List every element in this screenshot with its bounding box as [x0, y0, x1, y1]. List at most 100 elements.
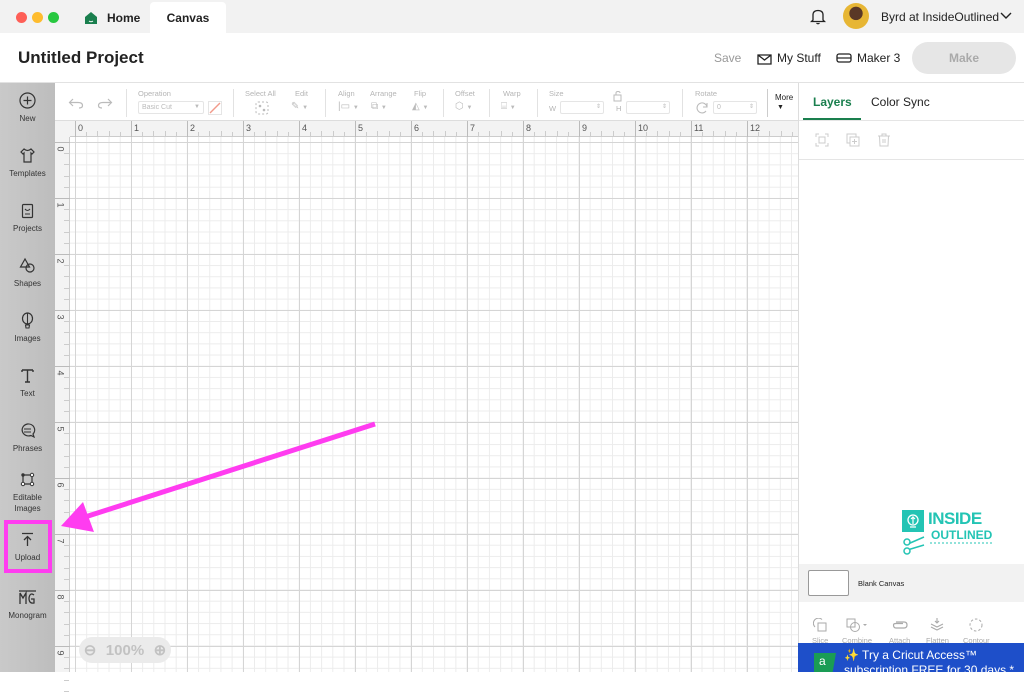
- combine-button[interactable]: Combine: [842, 618, 872, 645]
- machine-button[interactable]: Maker 3: [836, 51, 900, 65]
- save-button[interactable]: Save: [714, 51, 741, 65]
- chevron-down-icon[interactable]: [1000, 12, 1012, 20]
- speech-bubble-icon: [21, 423, 36, 439]
- arrange-icon: ⧉: [371, 101, 379, 112]
- zoom-level: 100%: [105, 641, 145, 659]
- blank-canvas-row[interactable]: Blank Canvas: [799, 564, 1024, 602]
- select-all-icon[interactable]: [255, 101, 269, 115]
- window-close-button[interactable]: [16, 12, 27, 23]
- sidebar-item-projects[interactable]: Projects: [0, 202, 55, 234]
- zoom-in-button[interactable]: ⊕: [154, 641, 167, 659]
- tab-color-sync[interactable]: Color Sync: [871, 95, 930, 109]
- user-name[interactable]: Byrd at InsideOutlined: [881, 10, 999, 24]
- tab-home[interactable]: Home: [80, 2, 148, 33]
- blank-canvas-label: Blank Canvas: [858, 579, 905, 588]
- operation-select[interactable]: Basic Cut ▼: [138, 101, 204, 114]
- ruler-minor-tick: [377, 131, 379, 136]
- my-stuff-button[interactable]: My Stuff: [757, 51, 821, 65]
- design-canvas[interactable]: 0 1 2 3 4 5 6 7 8 9 10 11 12 0123456789 ⊖ 100% ⊕: [55, 121, 798, 692]
- bell-icon[interactable]: [810, 8, 826, 25]
- ruler-tick-label: 7: [470, 123, 476, 133]
- tab-canvas[interactable]: Canvas: [150, 2, 226, 33]
- sidebar-item-phrases[interactable]: Phrases: [0, 422, 55, 454]
- warp-icon: ⌸: [501, 101, 507, 112]
- redo-icon[interactable]: [97, 98, 113, 109]
- duplicate-icon[interactable]: [846, 133, 860, 147]
- edit-label: Edit: [295, 89, 308, 98]
- sidebar-item-label: Projects: [13, 224, 42, 233]
- ruler-tick-label: 4: [55, 370, 66, 376]
- slice-button[interactable]: Slice: [812, 618, 828, 645]
- window-maximize-button[interactable]: [48, 12, 59, 23]
- ruler-tick: [635, 121, 636, 137]
- trash-icon[interactable]: [877, 133, 891, 147]
- machine-label: Maker 3: [857, 51, 901, 65]
- rotate-input[interactable]: 0 ⇕: [713, 101, 757, 114]
- contour-button[interactable]: Contour: [963, 618, 990, 645]
- sidebar-item-images[interactable]: Images: [0, 312, 55, 344]
- page-title[interactable]: Untitled Project: [18, 48, 144, 68]
- sidebar-item-templates[interactable]: Templates: [0, 147, 55, 179]
- make-button[interactable]: Make: [912, 42, 1016, 74]
- offset-icon: ⬡: [455, 101, 464, 112]
- sidebar-item-label: Monogram: [8, 611, 47, 620]
- edit-button[interactable]: ✎ ▼: [291, 101, 308, 112]
- ruler-tick: [55, 254, 70, 255]
- align-label: Align: [338, 89, 355, 98]
- lock-icon[interactable]: [612, 91, 624, 102]
- ruler-tick-label: 2: [190, 123, 196, 133]
- attach-button[interactable]: Attach: [889, 618, 910, 645]
- ruler-minor-tick: [64, 634, 69, 636]
- cricut-access-banner[interactable]: a ✨ Try a Cricut Access™ subscription FR…: [798, 643, 1024, 677]
- width-input[interactable]: ⇕: [560, 101, 604, 114]
- flip-button[interactable]: ◭ ▼: [412, 101, 428, 112]
- ruler-tick-label: 2: [55, 258, 66, 264]
- dropdown-arrow-icon: ▼: [302, 105, 309, 111]
- group-icon[interactable]: [815, 133, 829, 147]
- ruler-minor-tick: [97, 131, 99, 136]
- line-color-swatch[interactable]: [208, 101, 222, 115]
- align-button[interactable]: |▭ ▼: [338, 101, 359, 112]
- height-input[interactable]: ⇕: [626, 101, 670, 114]
- avatar[interactable]: [843, 3, 869, 29]
- ruler-tick: [355, 121, 356, 137]
- ruler-tick: [691, 121, 692, 137]
- flatten-button[interactable]: Flatten: [926, 618, 949, 645]
- sidebar-item-text[interactable]: Text: [0, 367, 55, 399]
- contour-icon: [969, 618, 983, 632]
- access-badge-letter: a: [819, 654, 826, 668]
- zoom-out-button[interactable]: ⊖: [84, 641, 97, 659]
- rotate-value: 0: [717, 104, 721, 111]
- warp-button[interactable]: ⌸ ▼: [501, 101, 516, 112]
- access-badge: a: [814, 653, 836, 672]
- pencil-icon: ✎: [291, 101, 300, 112]
- sidebar-item-monogram[interactable]: Monogram: [0, 589, 55, 621]
- ruler-tick: [523, 121, 524, 137]
- ruler-minor-tick: [321, 131, 323, 136]
- ruler-minor-tick: [623, 132, 625, 136]
- tab-layers[interactable]: Layers: [813, 95, 852, 109]
- offset-button[interactable]: ⬡ ▼: [455, 101, 472, 112]
- dropdown-arrow-icon: ▼: [194, 104, 200, 110]
- sidebar-item-label: Editable Images: [13, 493, 42, 513]
- sidebar-item-editable-images[interactable]: Editable Images: [0, 471, 55, 514]
- ruler-minor-tick: [64, 298, 69, 300]
- ruler-tick: [299, 121, 300, 137]
- scissors-icon: [903, 536, 992, 555]
- sidebar-item-shapes[interactable]: Shapes: [0, 257, 55, 289]
- undo-icon[interactable]: [68, 98, 84, 109]
- ruler-tick: [55, 590, 70, 591]
- width-label: W: [549, 104, 557, 113]
- sidebar-item-new[interactable]: New: [0, 92, 55, 124]
- more-chevron-icon[interactable]: ▼: [777, 104, 784, 111]
- more-button[interactable]: More: [775, 93, 793, 102]
- arrange-button[interactable]: ⧉ ▼: [371, 101, 387, 112]
- ruler-minor-tick: [64, 567, 69, 569]
- canvas-grid[interactable]: [70, 137, 798, 672]
- arrange-label: Arrange: [370, 89, 397, 98]
- ruler-tick: [55, 366, 70, 367]
- ruler-minor-tick: [310, 132, 312, 136]
- window-minimize-button[interactable]: [32, 12, 43, 23]
- my-stuff-label: My Stuff: [777, 51, 821, 65]
- ruler-tick: [411, 121, 412, 137]
